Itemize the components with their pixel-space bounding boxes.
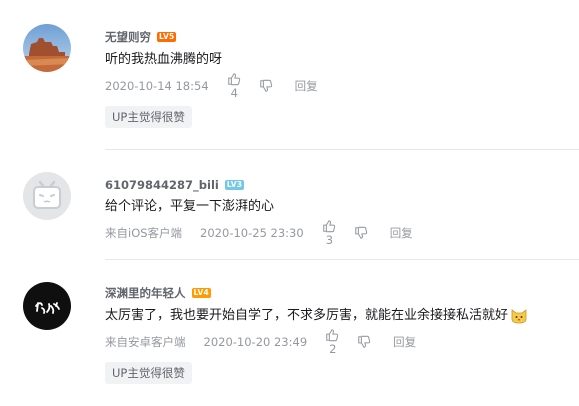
like-button[interactable]: 3: [322, 219, 336, 247]
calligraphy-avatar-icon: [23, 282, 71, 330]
dislike-button[interactable]: [354, 226, 368, 240]
timestamp: 2020-10-20 23:49: [203, 335, 308, 349]
divider: [105, 149, 579, 150]
thumbs-up-icon: [322, 220, 335, 233]
like-count: 4: [230, 86, 238, 100]
avatar[interactable]: [23, 172, 71, 220]
cat-face-emoji-icon: [511, 309, 527, 324]
thumbs-down-icon: [354, 226, 367, 239]
like-button[interactable]: 4: [227, 72, 241, 100]
like-count: 3: [325, 233, 334, 247]
reply-button[interactable]: 回复: [390, 225, 413, 241]
device-source: 来自iOS客户端: [105, 226, 183, 240]
timestamp: 2020-10-14 18:54: [105, 79, 209, 93]
up-liked-tag: UP主觉得很赞: [105, 362, 192, 384]
divider: [105, 259, 579, 260]
like-count: 2: [329, 342, 337, 356]
avatar[interactable]: [23, 24, 71, 72]
device-source: 来自安卓客户端: [105, 335, 186, 349]
reply-button[interactable]: 回复: [393, 334, 416, 350]
comment-meta: 2020-10-14 18:54 4 回复: [105, 73, 318, 100]
level-badge: LV3: [224, 180, 245, 190]
thumbs-down-icon: [358, 335, 371, 348]
level-badge: LV5: [157, 32, 177, 42]
up-liked-tag: UP主觉得很赞: [105, 106, 192, 128]
comment-text: 听的我热血沸腾的呀: [105, 52, 223, 67]
comment-text: 给个评论，平复一下澎湃的心: [105, 199, 275, 214]
comment-meta: 来自iOS客户端 2020-10-25 23:30 3 回复: [105, 220, 413, 247]
reply-button[interactable]: 回复: [295, 78, 318, 94]
name-row: 61079844287_bili LV3: [105, 177, 245, 193]
comment-item: 无望则穷 LV5 听的我热血沸腾的呀 2020-10-14 18:54 4 回复…: [0, 24, 579, 134]
bilibili-tv-avatar-icon: [23, 172, 71, 220]
comment-text-content: 太厉害了，我也要开始自学了，不求多厉害，就能在业余接接私活就好: [105, 308, 509, 323]
comment-meta: 来自安卓客户端 2020-10-20 23:49 2 回复: [105, 329, 416, 356]
avatar[interactable]: [23, 282, 71, 330]
level-badge: LV4: [191, 288, 211, 298]
desert-butte-avatar-icon: [23, 24, 71, 72]
name-row: 深渊里的年轻人 LV4: [105, 285, 211, 301]
thumbs-up-icon: [227, 73, 240, 86]
like-button[interactable]: 2: [325, 328, 339, 356]
username[interactable]: 无望则穷: [105, 29, 151, 45]
thumbs-up-icon: [326, 329, 339, 342]
username[interactable]: 深渊里的年轻人: [105, 285, 186, 301]
dislike-button[interactable]: [259, 79, 273, 93]
thumbs-down-icon: [259, 79, 272, 92]
timestamp: 2020-10-25 23:30: [200, 226, 304, 240]
comment-item: 61079844287_bili LV3 给个评论，平复一下澎湃的心 来自iOS…: [0, 172, 579, 252]
dislike-button[interactable]: [357, 335, 371, 349]
name-row: 无望则穷 LV5: [105, 29, 177, 45]
comment-item: 深渊里的年轻人 LV4 太厉害了，我也要开始自学了，不求多厉害，就能在业余接接私…: [0, 282, 579, 392]
comment-text: 太厉害了，我也要开始自学了，不求多厉害，就能在业余接接私活就好: [105, 306, 528, 326]
username[interactable]: 61079844287_bili: [105, 177, 219, 193]
